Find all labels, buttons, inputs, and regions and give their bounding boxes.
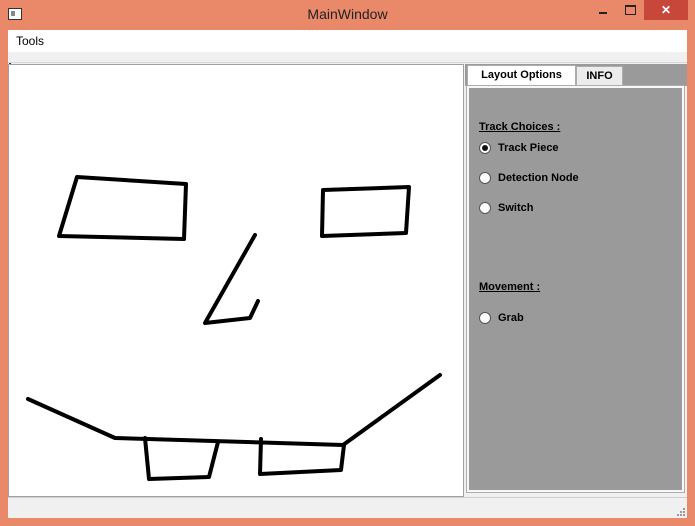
main-window-client: Tools Layout Options INFO Track Choices … bbox=[8, 30, 687, 518]
close-button[interactable]: ✕ bbox=[644, 0, 688, 20]
radio-label[interactable]: Track Piece bbox=[498, 142, 559, 154]
close-icon: ✕ bbox=[660, 3, 672, 17]
options-tab-widget: Layout Options INFO Track Choices : Trac… bbox=[465, 64, 687, 496]
drawing-canvas[interactable] bbox=[8, 64, 464, 497]
title-bar[interactable]: MainWindow ✕ bbox=[0, 0, 695, 30]
radio-button[interactable] bbox=[479, 312, 491, 324]
minimize-icon bbox=[599, 12, 607, 14]
status-bar bbox=[8, 497, 687, 518]
radio-label[interactable]: Detection Node bbox=[498, 172, 579, 184]
movement-label: Movement : bbox=[479, 281, 541, 293]
maximize-button[interactable] bbox=[617, 0, 643, 20]
radio-button-checked[interactable] bbox=[479, 142, 491, 154]
tab-layout-options[interactable]: Layout Options bbox=[467, 65, 576, 86]
radio-label[interactable]: Grab bbox=[498, 312, 524, 324]
left-eye-stroke bbox=[57, 175, 188, 241]
radio-switch[interactable]: Switch bbox=[479, 201, 533, 215]
menu-bar: Tools bbox=[8, 30, 687, 52]
toolbar bbox=[8, 52, 687, 63]
radio-track-piece[interactable]: Track Piece bbox=[479, 141, 559, 155]
radio-grab[interactable]: Grab bbox=[479, 311, 524, 325]
layout-options-panel: Track Choices : Track Piece Detection No… bbox=[466, 85, 685, 493]
track-choices-label: Track Choices : bbox=[479, 121, 561, 133]
tab-info[interactable]: INFO bbox=[576, 66, 623, 86]
layout-options-content: Track Choices : Track Piece Detection No… bbox=[469, 88, 682, 490]
radio-detection-node[interactable]: Detection Node bbox=[479, 171, 579, 185]
right-eye-stroke bbox=[320, 185, 411, 238]
minimize-button[interactable] bbox=[590, 0, 616, 20]
nose-stroke bbox=[203, 233, 260, 325]
radio-button[interactable] bbox=[479, 202, 491, 214]
maximize-icon bbox=[624, 5, 636, 15]
left-tooth-stroke bbox=[143, 436, 220, 481]
drawing-surface[interactable] bbox=[9, 65, 463, 496]
mouth-stroke bbox=[26, 373, 442, 447]
size-grip-icon[interactable] bbox=[675, 506, 685, 516]
radio-label[interactable]: Switch bbox=[498, 202, 533, 214]
menu-tools[interactable]: Tools bbox=[11, 30, 49, 52]
radio-button[interactable] bbox=[479, 172, 491, 184]
